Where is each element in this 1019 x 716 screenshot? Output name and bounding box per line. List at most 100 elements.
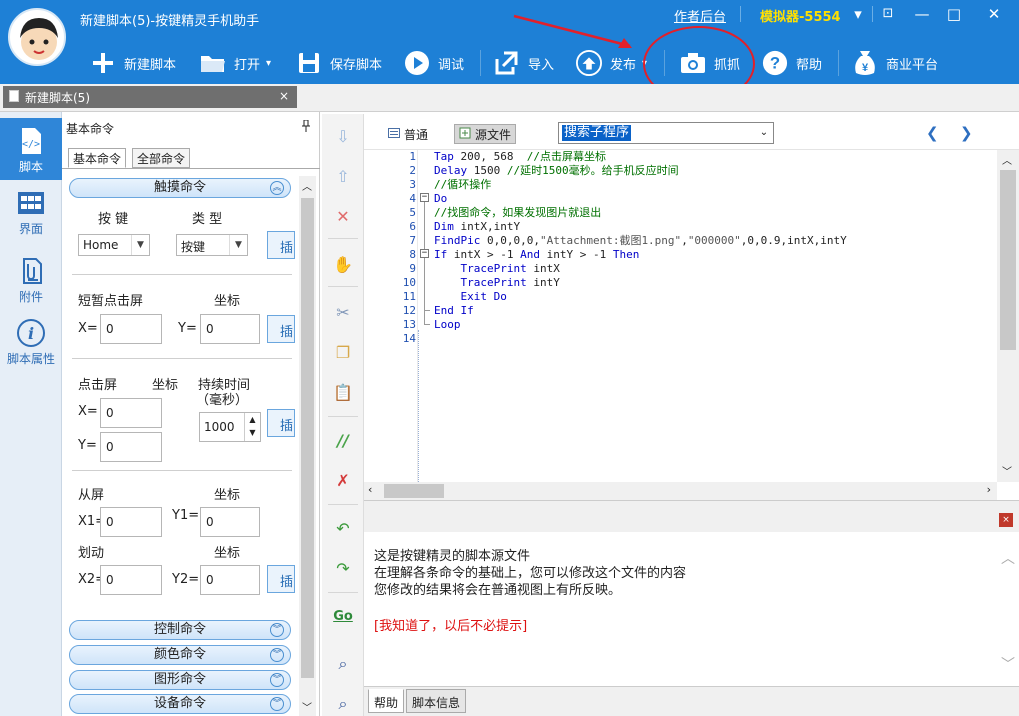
expand-icon[interactable]: ︾ bbox=[270, 648, 284, 662]
scroll-up-icon[interactable]: ︿ bbox=[1002, 152, 1012, 167]
subroutine-search-select[interactable]: 搜索子程序 ⌄ bbox=[558, 122, 774, 144]
tab-help[interactable]: 帮助 bbox=[368, 689, 405, 713]
business-platform-button[interactable]: ¥ 商业平台 bbox=[852, 48, 938, 78]
user-avatar[interactable] bbox=[8, 8, 66, 66]
nav-item-layout[interactable]: 界面 bbox=[0, 180, 62, 242]
delete-icon[interactable]: ✕ bbox=[331, 204, 355, 228]
x1-input[interactable]: 0 bbox=[100, 507, 162, 537]
comment-icon[interactable]: // bbox=[331, 428, 355, 452]
type-select[interactable]: 按键 ▼ bbox=[176, 234, 248, 256]
y2-input[interactable]: 0 bbox=[200, 565, 260, 595]
command-panel-scrollbar[interactable]: ︿ ﹀ bbox=[299, 176, 316, 716]
open-dropdown-icon[interactable]: ▾ bbox=[266, 58, 271, 69]
cut-icon[interactable]: ✂ bbox=[331, 300, 355, 324]
emulator-label[interactable]: 模拟器-5554 bbox=[760, 6, 841, 25]
line-number: 2 bbox=[409, 164, 416, 177]
insert-press-command-button[interactable]: 插 bbox=[267, 409, 295, 437]
editor-vertical-scrollbar[interactable]: ︿ ﹀ bbox=[997, 150, 1019, 482]
toolbar-separator bbox=[838, 50, 839, 76]
press-x-input[interactable]: 0 bbox=[100, 398, 162, 428]
close-tab-icon[interactable]: × bbox=[279, 89, 289, 103]
maximize-button[interactable]: □ bbox=[942, 4, 966, 24]
folder-icon bbox=[200, 50, 226, 76]
next-arrow-icon[interactable]: ❯ bbox=[960, 124, 973, 142]
document-tab[interactable]: 新建脚本(5) × bbox=[3, 86, 297, 108]
hand-icon[interactable]: ✋ bbox=[331, 252, 355, 276]
nav-item-script-properties[interactable]: i 脚本属性 bbox=[0, 310, 62, 372]
redo-icon[interactable]: ↷ bbox=[331, 556, 355, 580]
minimize-button[interactable]: — bbox=[910, 4, 934, 24]
group-touch-commands[interactable]: 触摸命令 ︽ bbox=[69, 178, 291, 198]
group-shape-commands[interactable]: 图形命令 ︾ bbox=[69, 670, 291, 690]
stepper-arrows-icon[interactable]: ▲ ▼ bbox=[244, 413, 260, 441]
tab-script-info[interactable]: 脚本信息 bbox=[406, 689, 467, 713]
expand-icon[interactable]: ︾ bbox=[270, 697, 284, 711]
replace-icon[interactable]: ⌕ bbox=[331, 692, 355, 716]
scroll-right-icon[interactable]: › bbox=[987, 483, 991, 496]
previous-arrow-icon[interactable]: ❮ bbox=[926, 124, 939, 142]
group-control-commands[interactable]: 控制命令 ︾ bbox=[69, 620, 291, 640]
expand-icon[interactable]: ︾ bbox=[270, 623, 284, 637]
group-device-commands[interactable]: 设备命令 ︾ bbox=[69, 694, 291, 714]
paste-icon[interactable]: 📋 bbox=[331, 380, 355, 404]
line-number: 13 bbox=[402, 318, 416, 331]
tap-y-input[interactable]: 0 bbox=[200, 314, 260, 344]
help-icon: ? bbox=[762, 50, 788, 76]
save-script-button[interactable]: 保存脚本 bbox=[296, 48, 382, 78]
goto-line-icon[interactable]: Go bbox=[331, 604, 355, 628]
scroll-down-icon[interactable]: ﹀ bbox=[1001, 654, 1015, 674]
close-window-button[interactable]: ✕ bbox=[982, 4, 1006, 24]
press-y-input[interactable]: 0 bbox=[100, 432, 162, 462]
tap-x-input[interactable]: 0 bbox=[100, 314, 162, 344]
scrollbar-thumb[interactable] bbox=[384, 484, 444, 498]
move-down-icon[interactable]: ⇩ bbox=[331, 124, 355, 148]
x2-input[interactable]: 0 bbox=[100, 565, 162, 595]
dismiss-tip-link[interactable]: [我知道了，以后不必提示] bbox=[374, 618, 527, 635]
copy-icon[interactable]: ❐ bbox=[331, 340, 355, 364]
debug-button[interactable]: 调试 bbox=[404, 48, 464, 78]
help-pane-header bbox=[364, 500, 1019, 532]
new-script-button[interactable]: 新建脚本 bbox=[90, 48, 176, 78]
emulator-dropdown-button[interactable]: ▾ bbox=[846, 4, 870, 24]
help-scrollbar[interactable]: ︿ ﹀ bbox=[997, 532, 1019, 686]
collapse-icon[interactable]: ︽ bbox=[270, 181, 284, 195]
line-number: 6 bbox=[409, 220, 416, 233]
open-button[interactable]: 打开 ▾ bbox=[200, 48, 271, 78]
subtab-basic-commands[interactable]: 基本命令 bbox=[68, 148, 127, 168]
uncomment-icon[interactable]: ✗ bbox=[331, 468, 355, 492]
code-line: //找图命令，如果发现图片就退出 bbox=[434, 206, 602, 219]
nav-item-script[interactable]: </> 脚本 bbox=[0, 118, 62, 180]
fold-toggle-icon[interactable]: − bbox=[420, 193, 429, 202]
scroll-up-icon[interactable]: ︿ bbox=[302, 178, 312, 193]
scrollbar-thumb[interactable] bbox=[1000, 170, 1016, 350]
scroll-down-icon[interactable]: ﹀ bbox=[1002, 463, 1012, 478]
insert-swipe-command-button[interactable]: 插 bbox=[267, 565, 295, 593]
insert-tap-command-button[interactable]: 插 bbox=[267, 315, 295, 343]
scrollbar-thumb[interactable] bbox=[301, 198, 314, 678]
scroll-up-icon[interactable]: ︿ bbox=[1001, 548, 1015, 568]
restore-icon[interactable]: ⊡ bbox=[876, 4, 900, 24]
undo-icon[interactable]: ↶ bbox=[331, 516, 355, 540]
duration-stepper[interactable]: 1000 ▲ ▼ bbox=[199, 412, 261, 442]
help-button[interactable]: ? 帮助 bbox=[762, 48, 822, 78]
scroll-left-icon[interactable]: ‹ bbox=[368, 483, 372, 496]
find-icon[interactable]: ⌕ bbox=[331, 652, 355, 676]
expand-icon[interactable]: ︾ bbox=[270, 673, 284, 687]
key-select[interactable]: Home ▼ bbox=[78, 234, 150, 256]
scroll-down-icon[interactable]: ﹀ bbox=[302, 699, 312, 714]
insert-key-command-button[interactable]: 插 bbox=[267, 231, 295, 259]
group-color-commands[interactable]: 颜色命令 ︾ bbox=[69, 645, 291, 665]
normal-view-tab[interactable]: 普通 bbox=[384, 124, 432, 144]
author-backend-link[interactable]: 作者后台 bbox=[674, 6, 726, 25]
move-up-icon[interactable]: ⇧ bbox=[331, 164, 355, 188]
y1-label: Y1= bbox=[172, 508, 200, 523]
y1-input[interactable]: 0 bbox=[200, 507, 260, 537]
code-editor[interactable]: 1 2 3 4 5 6 7 8 9 10 11 12 13 14 − − Tap 200, 568 //点… bbox=[364, 150, 997, 482]
fold-toggle-icon[interactable]: − bbox=[420, 249, 429, 258]
source-view-tab[interactable]: 源文件 bbox=[454, 124, 517, 144]
nav-item-attachment[interactable]: 附件 bbox=[0, 248, 62, 310]
pin-icon[interactable] bbox=[301, 119, 311, 135]
close-help-icon[interactable]: × bbox=[999, 513, 1013, 527]
editor-horizontal-scrollbar[interactable]: ‹ › bbox=[364, 482, 997, 500]
subtab-all-commands[interactable]: 全部命令 bbox=[132, 148, 191, 168]
